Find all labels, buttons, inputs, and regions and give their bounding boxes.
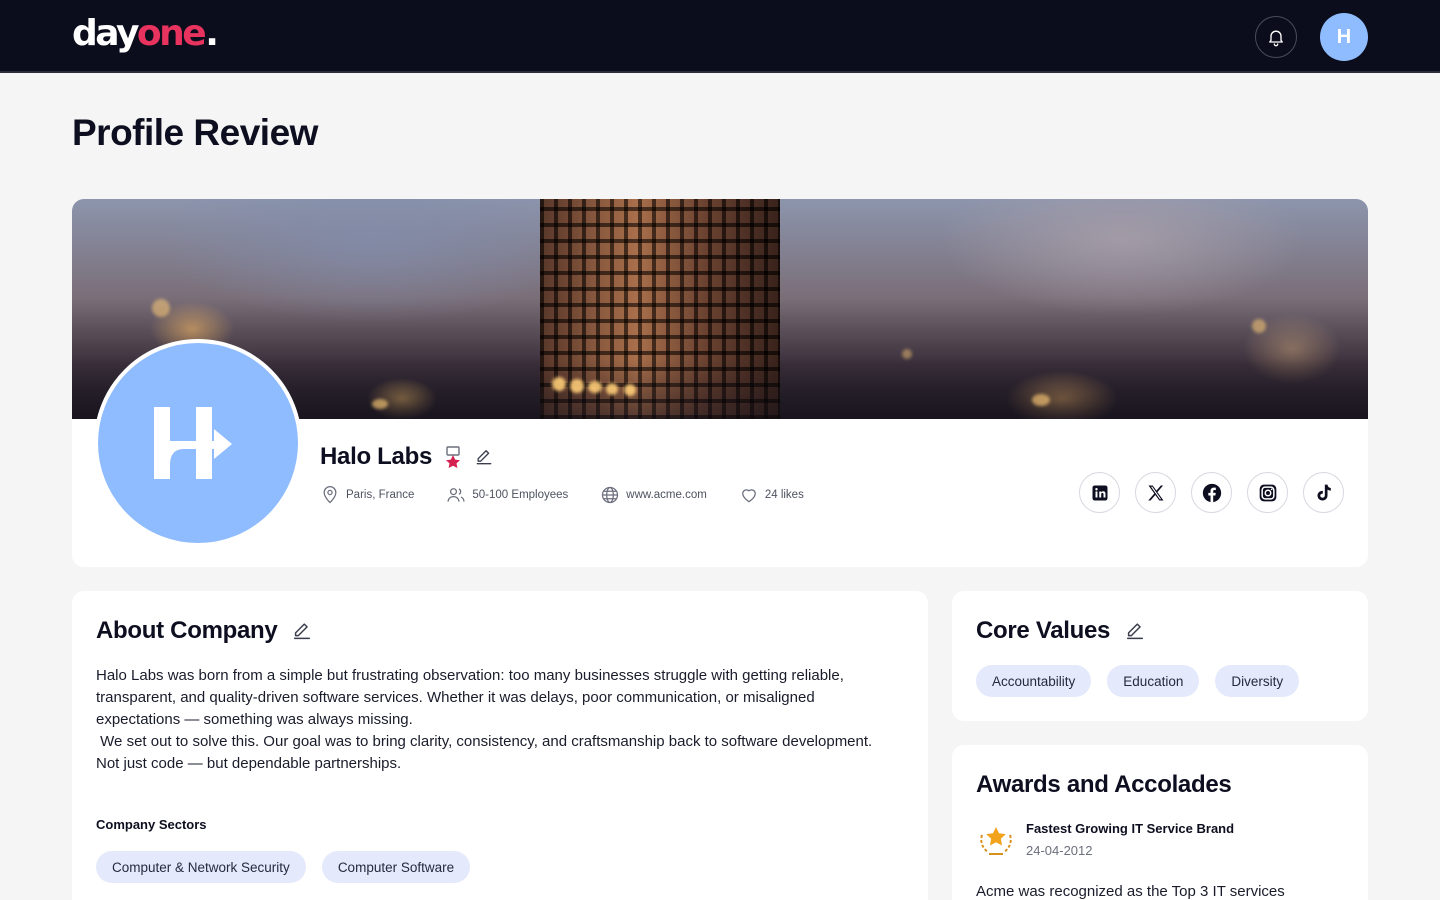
location-info: Paris, France <box>320 485 414 505</box>
pencil-icon <box>1127 623 1144 640</box>
logo-day-text: day <box>72 13 139 54</box>
sector-chips: Computer & Network Security Computer Sof… <box>96 851 471 883</box>
awards-title: Awards and Accolades <box>976 771 1232 798</box>
about-paragraph-1: Halo Labs was born from a simple but fru… <box>96 667 849 728</box>
core-values-card: Core Values Accountability Education Div… <box>952 591 1368 721</box>
sectors-label: Company Sectors <box>96 817 207 832</box>
cover-bokeh <box>606 383 618 395</box>
dayone-logo[interactable]: day one. <box>72 12 219 56</box>
notifications-button[interactable] <box>1255 16 1297 58</box>
instagram-icon <box>1259 484 1276 501</box>
top-navbar: day one. H <box>0 0 1440 73</box>
cover-bokeh <box>570 379 584 393</box>
about-company-card: About Company Halo Labs was born from a … <box>72 591 928 900</box>
pencil-icon <box>476 450 492 465</box>
halo-logo-icon <box>154 407 232 479</box>
award-date: 24-04-2012 <box>1026 843 1093 858</box>
location-text: Paris, France <box>346 489 415 501</box>
linkedin-icon <box>1092 485 1107 500</box>
sector-chip: Computer Software <box>321 851 471 883</box>
cover-bokeh <box>588 381 602 393</box>
employees-text: 50-100 Employees <box>472 489 569 501</box>
tiktok-icon <box>1317 484 1331 500</box>
about-paragraph-2: We set out to solve this. Our goal was t… <box>96 733 877 772</box>
bell-icon <box>1269 30 1283 47</box>
awards-card: Awards and Accolades Fastest Growing IT … <box>952 745 1368 900</box>
award-text: Fastest Growing IT Service Brand 24-04-2… <box>1026 821 1234 861</box>
company-meta: Paris, France 50-100 Employees www.acme.… <box>320 485 804 505</box>
tiktok-button[interactable] <box>1303 472 1344 513</box>
globe-icon <box>602 486 619 504</box>
edit-about-button[interactable] <box>291 620 313 642</box>
core-values-title-row: Core Values <box>976 617 1146 645</box>
cover-bokeh <box>624 384 636 396</box>
core-value-chips: Accountability Education Diversity <box>976 665 1300 697</box>
cover-bokeh <box>372 399 388 409</box>
company-name: Halo Labs <box>320 443 432 470</box>
cover-bokeh <box>1032 394 1050 406</box>
medal-icon <box>446 446 460 468</box>
facebook-icon <box>1202 483 1221 502</box>
likes-text: 24 likes <box>764 489 804 501</box>
logo-one-text: one <box>136 13 207 54</box>
profile-card: Halo Labs Paris, France 50-100 Employees… <box>72 199 1368 567</box>
company-name-row: Halo Labs <box>320 443 494 471</box>
core-value-chip: Education <box>1107 665 1200 697</box>
website-link[interactable]: www.acme.com <box>626 489 707 501</box>
user-avatar-button[interactable]: H <box>1320 13 1368 61</box>
instagram-button[interactable] <box>1247 472 1288 513</box>
logo-dot-text: . <box>205 13 219 54</box>
cover-bokeh <box>152 299 170 317</box>
likes-info[interactable]: 24 likes <box>739 485 804 505</box>
awards-title-row: Awards and Accolades <box>976 771 1232 799</box>
page-title: Profile Review <box>72 112 318 153</box>
core-values-title: Core Values <box>976 617 1111 644</box>
sector-chip: Computer & Network Security <box>96 851 306 883</box>
company-logo <box>94 339 302 547</box>
pencil-icon <box>294 623 311 640</box>
about-title-row: About Company <box>96 617 313 645</box>
users-icon <box>447 488 465 502</box>
map-pin-icon <box>323 486 337 504</box>
laurel-star-icon <box>980 827 1012 855</box>
about-title: About Company <box>96 617 278 644</box>
cover-bokeh <box>902 349 912 359</box>
award-description: Acme was recognized as the Top 3 IT serv… <box>976 883 1285 900</box>
cover-bokeh <box>1252 319 1266 333</box>
website-info[interactable]: www.acme.com <box>600 485 707 505</box>
heart-icon <box>741 489 756 503</box>
core-value-chip: Diversity <box>1215 665 1300 697</box>
award-name: Fastest Growing IT Service Brand <box>1026 821 1235 836</box>
cover-bokeh <box>552 377 566 391</box>
social-links <box>1079 472 1344 513</box>
x-button[interactable] <box>1135 472 1176 513</box>
linkedin-button[interactable] <box>1079 472 1120 513</box>
edit-core-values-button[interactable] <box>1124 620 1146 642</box>
core-value-chip: Accountability <box>976 665 1092 697</box>
verified-badge <box>444 446 462 468</box>
employees-info: 50-100 Employees <box>446 485 568 505</box>
facebook-button[interactable] <box>1191 472 1232 513</box>
about-description: Halo Labs was born from a simple but fru… <box>96 665 896 775</box>
edit-profile-button[interactable] <box>474 447 494 467</box>
user-avatar-initial: H <box>1336 25 1352 48</box>
award-item: Fastest Growing IT Service Brand 24-04-2… <box>976 821 1234 861</box>
x-icon <box>1147 485 1163 500</box>
